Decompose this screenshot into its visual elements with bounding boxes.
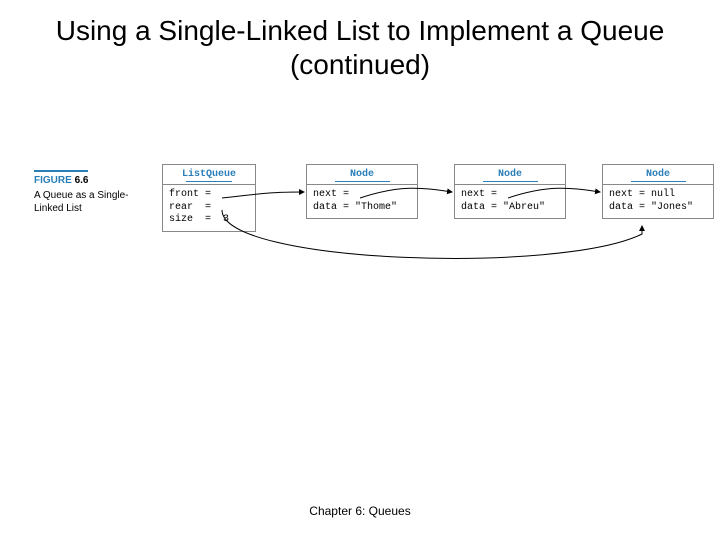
figure-label-number: 6.6 xyxy=(75,175,89,186)
listqueue-body: front = rear = size = 3 xyxy=(163,184,255,231)
header-underline xyxy=(186,181,232,182)
figure-caption: FIGURE 6.6 A Queue as a Single-Linked Li… xyxy=(34,170,144,215)
node2-box: Node next = data = "Abreu" xyxy=(454,164,566,219)
node1-box: Node next = data = "Thome" xyxy=(306,164,418,219)
listqueue-box: ListQueue front = rear = size = 3 xyxy=(162,164,256,232)
header-underline xyxy=(483,181,538,182)
node1-header: Node xyxy=(307,165,417,181)
slide-title: Using a Single-Linked List to Implement … xyxy=(0,0,720,81)
node1-body: next = data = "Thome" xyxy=(307,184,417,218)
header-underline xyxy=(335,181,390,182)
arrow-rear-to-node3 xyxy=(222,210,642,258)
listqueue-header: ListQueue xyxy=(163,165,255,181)
slide-footer: Chapter 6: Queues xyxy=(0,504,720,518)
node3-header: Node xyxy=(603,165,713,181)
figure-caption-text: A Queue as a Single-Linked List xyxy=(34,189,144,215)
header-underline xyxy=(631,181,686,182)
figure-label-word: FIGURE xyxy=(34,175,72,186)
node2-header: Node xyxy=(455,165,565,181)
figure-label: FIGURE 6.6 xyxy=(34,170,88,187)
node3-box: Node next = null data = "Jones" xyxy=(602,164,714,219)
node3-body: next = null data = "Jones" xyxy=(603,184,713,218)
node2-body: next = data = "Abreu" xyxy=(455,184,565,218)
